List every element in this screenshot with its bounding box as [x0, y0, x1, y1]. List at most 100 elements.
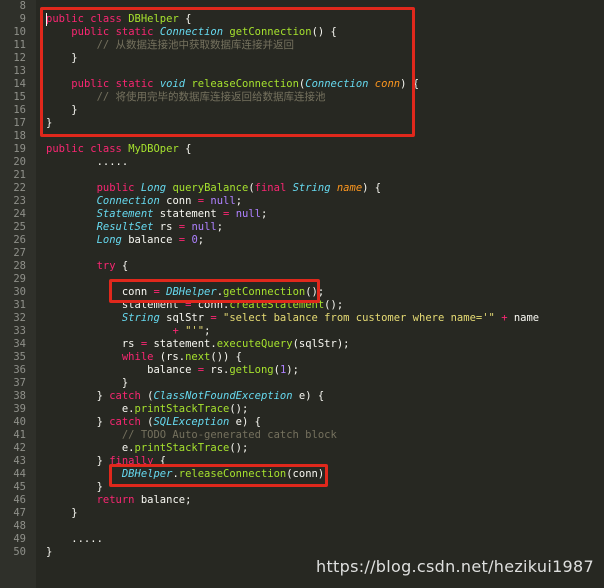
- line-number: 22: [13, 182, 26, 194]
- code-token: balance: [121, 234, 179, 246]
- code-token: }: [46, 481, 103, 493]
- line-number: 12: [13, 52, 26, 64]
- code-token: ();: [229, 442, 249, 454]
- line-number: 10: [13, 26, 26, 38]
- code-token: public: [96, 182, 135, 194]
- code-token: statement: [153, 208, 224, 220]
- code-token: ;: [235, 195, 243, 207]
- line-number: 35: [13, 351, 26, 363]
- line-number: 13: [13, 65, 26, 77]
- code-line[interactable]: 36 balance = rs.getLong(1);: [0, 364, 604, 377]
- code-token: ) {: [362, 182, 382, 194]
- code-token: name: [507, 312, 540, 324]
- line-number: 45: [13, 481, 26, 493]
- code-token: ;: [197, 234, 205, 246]
- line-number: 19: [13, 143, 26, 155]
- code-line[interactable]: 35 while (rs.next()) {: [0, 351, 604, 364]
- highlight-box-get-connection-call: [109, 279, 320, 303]
- line-number: 33: [13, 325, 26, 337]
- code-token: }: [46, 416, 110, 428]
- line-code: Statement statement = null;: [46, 208, 268, 221]
- code-token: final: [254, 182, 287, 194]
- code-token: e.: [46, 442, 135, 454]
- line-number: 15: [13, 91, 26, 103]
- code-line[interactable]: 26 Long balance = 0;: [0, 234, 604, 247]
- code-token: String: [121, 312, 160, 324]
- code-line[interactable]: 19 public class MyDBOper {: [0, 143, 604, 156]
- line-code: }: [46, 481, 103, 494]
- code-token: return: [96, 494, 135, 506]
- line-number: 11: [13, 39, 26, 51]
- code-token: }: [46, 455, 110, 467]
- code-line[interactable]: 23 Connection conn = null;: [0, 195, 604, 208]
- code-token: rs.: [204, 364, 230, 376]
- code-line[interactable]: 20 .....: [0, 156, 604, 169]
- code-line[interactable]: 48: [0, 520, 604, 533]
- code-token: (: [140, 416, 154, 428]
- line-number: 20: [13, 156, 26, 168]
- code-line[interactable]: 21: [0, 169, 604, 182]
- code-token: printStackTrace: [134, 442, 230, 454]
- code-line[interactable]: 42 e.printStackTrace();: [0, 442, 604, 455]
- code-token: "select balance from customer where name…: [223, 312, 495, 324]
- code-token: catch: [109, 416, 141, 428]
- code-token: ;: [204, 325, 211, 337]
- line-number: 29: [13, 273, 26, 285]
- code-token: {: [178, 143, 192, 155]
- code-token: ();: [229, 403, 249, 415]
- code-token: Connection: [96, 195, 160, 207]
- line-number: 31: [13, 299, 26, 311]
- code-token: rs: [46, 338, 141, 350]
- code-line[interactable]: 22 public Long queryBalance(final String…: [0, 182, 604, 195]
- line-number: 25: [13, 221, 26, 233]
- line-number: 27: [13, 247, 26, 259]
- code-line[interactable]: 33 + "'";: [0, 325, 604, 338]
- code-line[interactable]: 27: [0, 247, 604, 260]
- line-number: 36: [13, 364, 26, 376]
- line-number: 37: [13, 377, 26, 389]
- code-line[interactable]: 24 Statement statement = null;: [0, 208, 604, 221]
- line-code: .....: [46, 533, 103, 546]
- code-line[interactable]: 40 } catch (SQLException e) {: [0, 416, 604, 429]
- code-token: ()) {: [210, 351, 242, 363]
- line-code: rs = statement.executeQuery(sqlStr);: [46, 338, 350, 351]
- code-token: }: [46, 390, 110, 402]
- code-token: ClassNotFoundException: [153, 390, 293, 402]
- code-token: printStackTrace: [134, 403, 230, 415]
- code-token: next: [185, 351, 211, 363]
- code-line[interactable]: 41 // TODO Auto-generated catch block: [0, 429, 604, 442]
- code-token: try: [96, 260, 116, 272]
- code-token: name: [336, 182, 363, 194]
- code-line[interactable]: 28 try {: [0, 260, 604, 273]
- line-number: 48: [13, 520, 26, 532]
- code-token: conn: [159, 195, 198, 207]
- code-token: e) {: [292, 390, 325, 402]
- code-line[interactable]: 49 .....: [0, 533, 604, 546]
- code-line[interactable]: 39 e.printStackTrace();: [0, 403, 604, 416]
- code-editor[interactable]: 8 9 public class DBHelper {10 public stati…: [0, 0, 604, 588]
- code-line[interactable]: 46 return balance;: [0, 494, 604, 507]
- code-line[interactable]: 47 }: [0, 507, 604, 520]
- code-line[interactable]: 34 rs = statement.executeQuery(sqlStr);: [0, 338, 604, 351]
- line-code: }: [46, 377, 128, 390]
- line-number: 23: [13, 195, 26, 207]
- code-token: {: [115, 260, 129, 272]
- code-line[interactable]: 25 ResultSet rs = null;: [0, 221, 604, 234]
- code-token: public: [46, 143, 84, 155]
- code-line[interactable]: 38 } catch (ClassNotFoundException e) {: [0, 390, 604, 403]
- watermark-text: https://blog.csdn.net/hezikui1987: [316, 557, 594, 576]
- line-number: 18: [13, 130, 26, 142]
- code-line[interactable]: 32 String sqlStr = "select balance from …: [0, 312, 604, 325]
- line-code: } catch (SQLException e) {: [46, 416, 261, 429]
- line-number: 16: [13, 104, 26, 116]
- code-token: (rs.: [153, 351, 186, 363]
- code-token: (: [140, 390, 154, 402]
- code-line[interactable]: 37 }: [0, 377, 604, 390]
